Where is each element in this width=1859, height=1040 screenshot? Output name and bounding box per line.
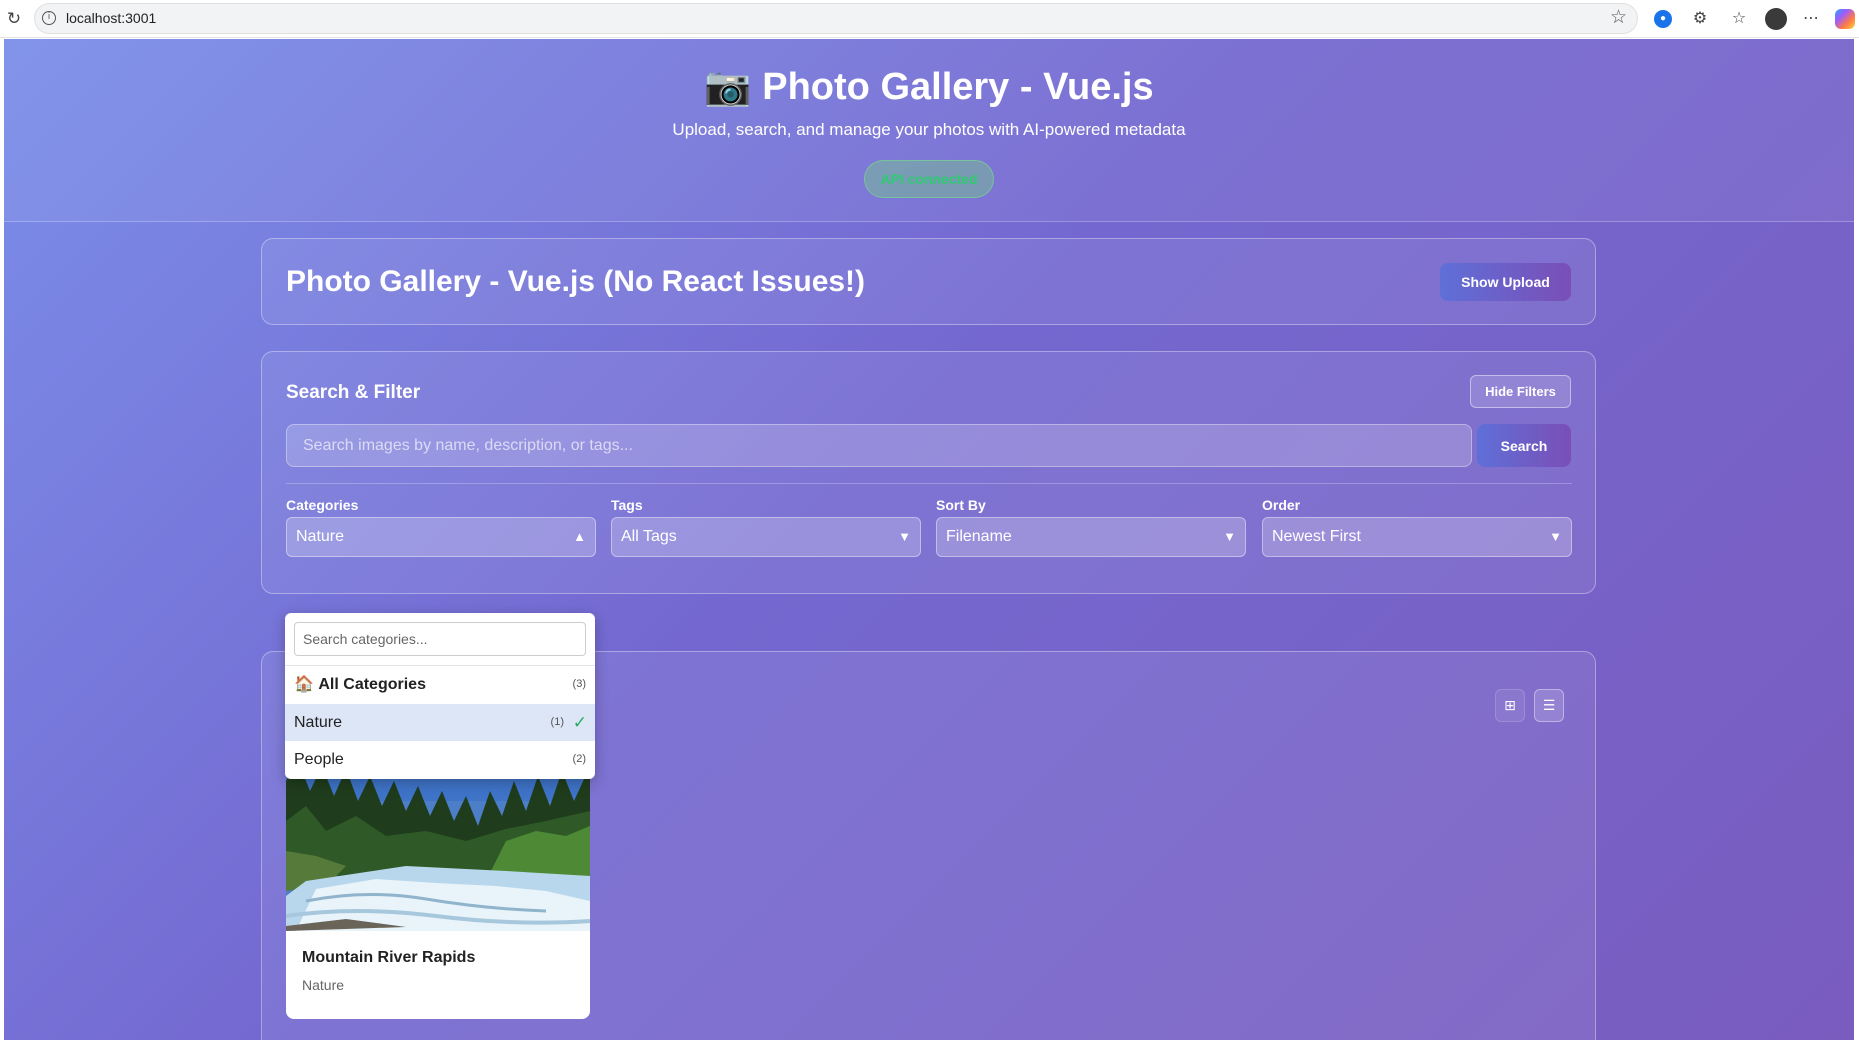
category-option-label: 🏠 All Categories [294,666,426,703]
profile-avatar-icon[interactable] [1765,8,1787,30]
tags-select[interactable]: All Tags ▼ [611,517,921,557]
extension-icon[interactable]: ● [1654,10,1672,28]
divider [286,483,1572,484]
more-menu-icon[interactable]: ⋯ [1800,8,1822,30]
bookmark-star-icon[interactable]: ☆ [1610,6,1627,29]
chevron-down-icon: ▼ [1549,529,1562,544]
copilot-icon[interactable] [1835,9,1855,29]
order-select[interactable]: Newest First ▼ [1262,517,1572,557]
category-option-people[interactable]: People (2) [285,741,595,778]
category-count: (1) [550,716,564,728]
category-option-label: Nature [294,714,343,731]
reload-icon[interactable]: ↻ [4,9,24,29]
categories-label: Categories [286,497,359,513]
search-input[interactable] [286,424,1472,467]
photo-category: Nature [302,977,345,993]
gallery-header-card: Photo Gallery - Vue.js (No React Issues!… [261,238,1596,325]
show-upload-button[interactable]: Show Upload [1440,263,1571,301]
photo-card[interactable]: Mountain River Rapids Nature [286,761,590,1019]
tags-label: Tags [611,497,643,513]
hero-header: 📷 Photo Gallery - Vue.js Upload, search,… [4,39,1854,222]
address-url[interactable]: localhost:3001 [66,10,156,26]
page: 📷 Photo Gallery - Vue.js Upload, search,… [4,39,1854,1040]
tags-select-value: All Tags [621,528,677,545]
sort-by-select[interactable]: Filename ▼ [936,517,1246,557]
chevron-down-icon: ▼ [898,529,911,544]
photo-thumbnail[interactable] [286,761,590,931]
categories-select-value: Nature [296,528,345,545]
category-option-nature[interactable]: Nature (1) ✓ [285,704,595,741]
category-option-text: All Categories [318,676,426,693]
list-view-icon[interactable]: ☰ [1534,689,1564,722]
photo-title: Mountain River Rapids [302,949,476,966]
sort-by-label: Sort By [936,497,986,513]
categories-select[interactable]: Nature ▲ [286,517,596,557]
extensions-puzzle-icon[interactable]: ⚙ [1689,8,1711,30]
search-button[interactable]: Search [1477,424,1571,467]
order-select-value: Newest First [1272,528,1361,545]
category-option-all[interactable]: 🏠 All Categories (3) [285,666,595,703]
site-info-icon[interactable]: i [42,11,56,25]
address-bar[interactable] [34,3,1638,34]
browser-toolbar: ↻ i localhost:3001 ☆ ● ⚙ ☆ ⋯ [0,0,1859,38]
sort-by-select-value: Filename [946,528,1012,545]
search-filter-card: Search & Filter Hide Filters Search Cate… [261,351,1596,594]
grid-view-icon[interactable]: ⊞ [1495,689,1525,722]
api-status-badge: API connected [864,160,994,198]
order-label: Order [1262,497,1301,513]
category-search-input[interactable] [294,622,586,656]
hero-title: 📷 Photo Gallery - Vue.js [704,66,1154,108]
hero-subtitle: Upload, search, and manage your photos w… [672,120,1186,139]
chevron-down-icon: ▼ [1223,529,1236,544]
chevron-up-icon: ▲ [573,529,586,544]
check-icon: ✓ [572,713,587,732]
home-icon: 🏠 [294,676,314,693]
search-filter-title: Search & Filter [286,382,421,403]
categories-dropdown-menu: 🏠 All Categories (3) Nature (1) ✓ People… [285,613,595,779]
category-count: (2) [572,753,586,765]
hide-filters-button[interactable]: Hide Filters [1470,375,1571,408]
gallery-title: Photo Gallery - Vue.js (No React Issues!… [286,265,866,298]
category-option-label: People [294,751,344,768]
favorites-icon[interactable]: ☆ [1728,8,1750,30]
category-count: (3) [572,678,586,690]
